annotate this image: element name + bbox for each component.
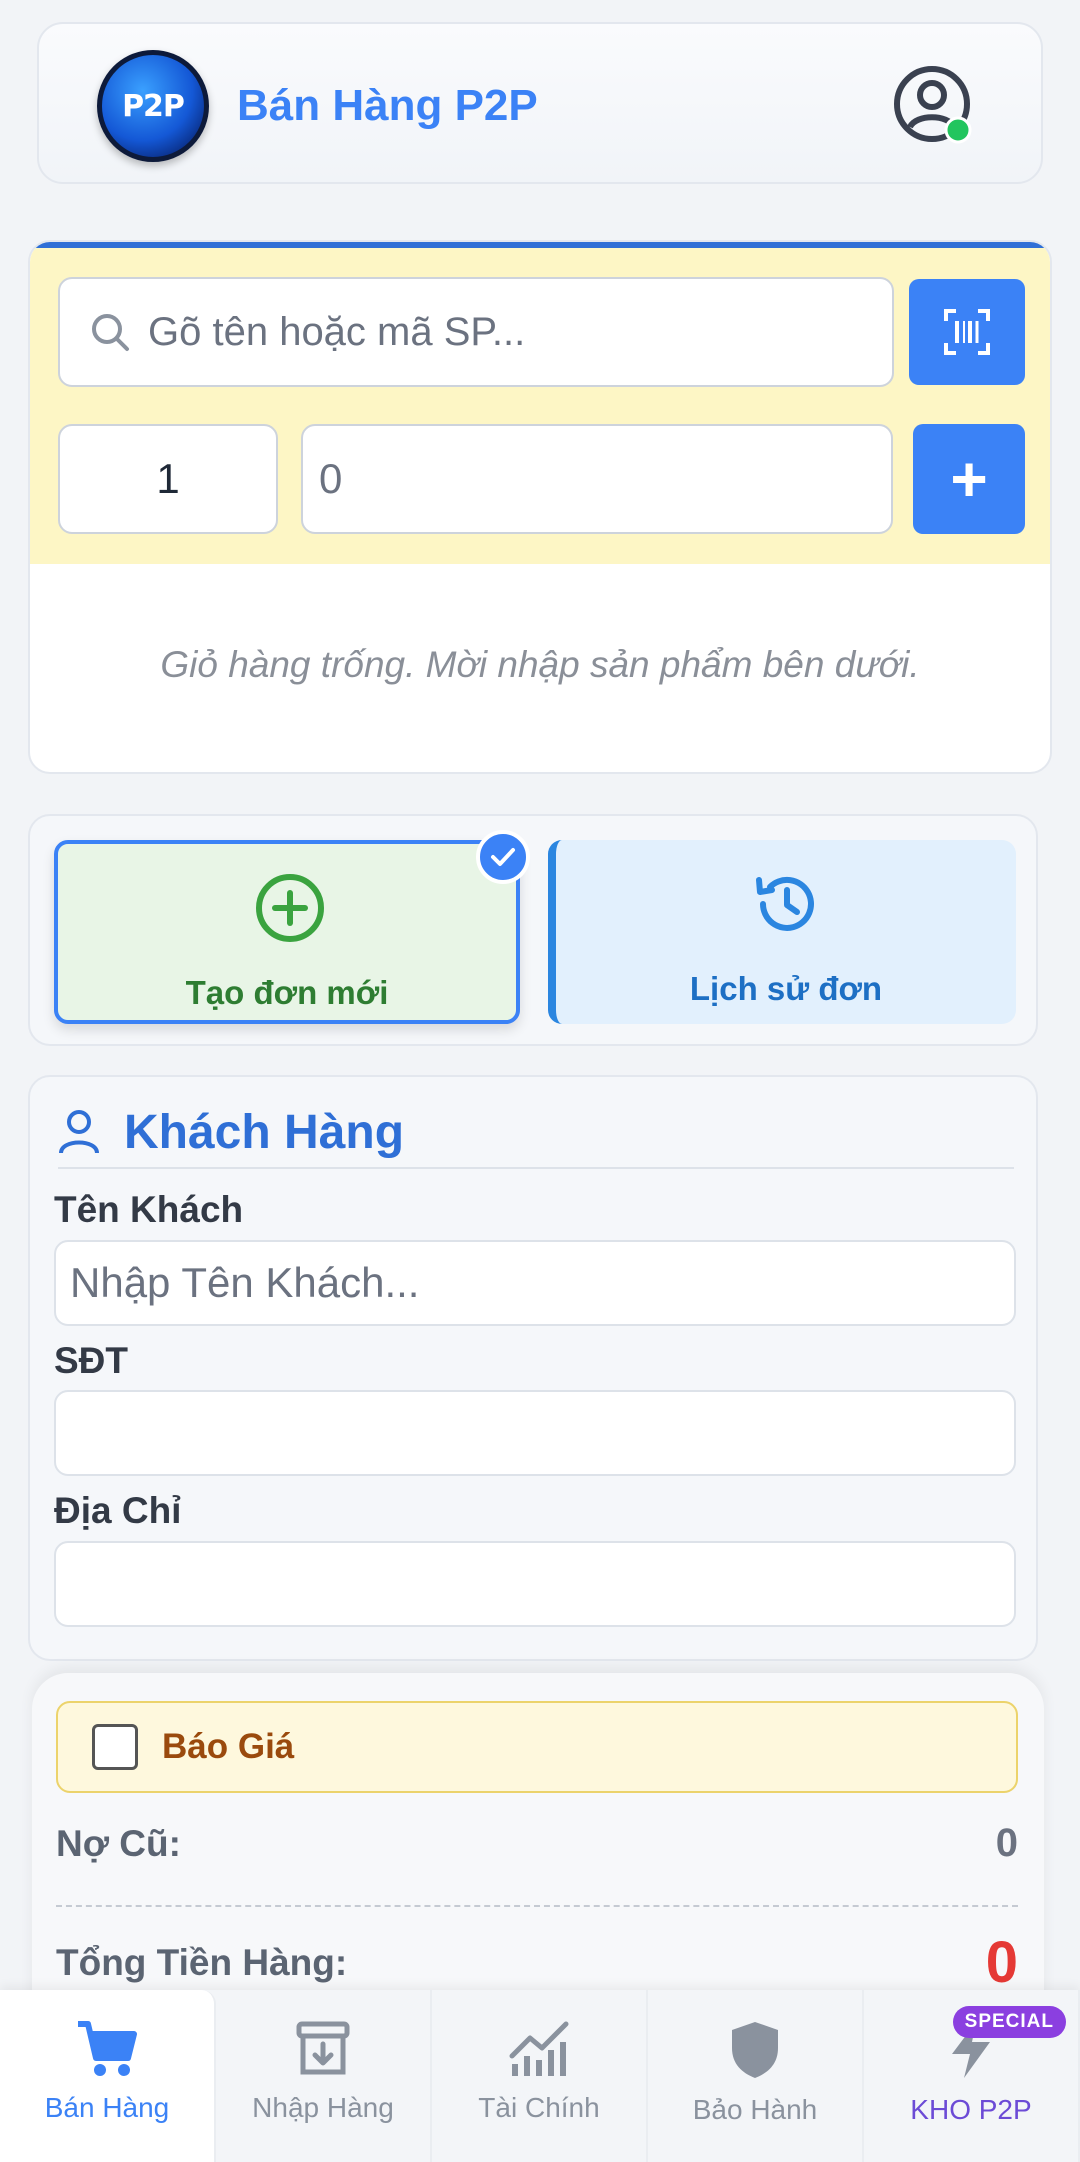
empty-cart-message: Giỏ hàng trống. Mời nhập sản phẩm bên dư… [160, 644, 920, 685]
nav-label: KHO P2P [910, 2094, 1032, 2125]
history-icon [756, 876, 814, 931]
customer-section-title: Khách Hàng [124, 1105, 405, 1159]
nav-item-tai-chinh[interactable]: Tài Chính [432, 1990, 648, 2162]
product-entry-card: Gõ tên hoặc mã SP... 1 0 + Giỏ hàng trốn… [28, 240, 1052, 774]
total-row: Tổng Tiền Hàng: 0 [56, 1929, 1018, 1996]
person-icon [59, 1110, 99, 1154]
app-header: P2P Bán Hàng P2P [37, 22, 1043, 184]
selected-check-icon [476, 830, 530, 884]
barcode-scan-button[interactable] [909, 279, 1025, 385]
nav-item-nhap-hang[interactable]: Nhập Hàng [216, 1990, 432, 2162]
shield-icon [732, 2022, 778, 2078]
bottom-navigation: Bán Hàng Nhập Hàng Tài Chính Bảo Hành SP… [0, 1990, 1080, 2162]
order-history-button[interactable]: Lịch sử đơn [548, 840, 1016, 1024]
add-product-button[interactable]: + [913, 424, 1025, 534]
cart-icon [78, 2021, 137, 2076]
customer-card: Khách Hàng Tên Khách Nhập Tên Khách... S… [28, 1075, 1038, 1661]
old-debt-label: Nợ Cũ: [56, 1822, 181, 1864]
barcode-scan-icon [944, 309, 990, 355]
order-history-label: Lịch sử đơn [689, 970, 883, 1007]
customer-name-input[interactable]: Nhập Tên Khách... [54, 1240, 1016, 1326]
nav-item-ban-hang[interactable]: Bán Hàng [0, 1990, 216, 2162]
quote-label: Báo Giá [162, 1727, 295, 1766]
customer-section-header: Khách Hàng [58, 1097, 1014, 1169]
logo-text: P2P [122, 88, 185, 124]
phone-label: SĐT [54, 1340, 128, 1381]
nav-label: Nhập Hàng [252, 2092, 394, 2123]
chart-icon [509, 2021, 569, 2076]
total-value: 0 [985, 1930, 1018, 1995]
search-placeholder: Gõ tên hoặc mã SP... [148, 309, 526, 354]
address-input[interactable] [54, 1541, 1016, 1627]
new-order-label: Tạo đơn mới [185, 974, 389, 1011]
total-label: Tổng Tiền Hàng: [56, 1941, 348, 1983]
address-label: Địa Chỉ [54, 1490, 182, 1531]
price-input[interactable]: 0 [301, 424, 893, 534]
app-logo: P2P [97, 50, 209, 162]
page-title: Bán Hàng P2P [237, 81, 538, 130]
nav-item-kho-p2p[interactable]: SPECIAL KHO P2P [864, 1990, 1080, 2162]
nav-item-bao-hanh[interactable]: Bảo Hành [648, 1990, 864, 2162]
customer-name-label: Tên Khách [54, 1189, 244, 1230]
quote-checkbox[interactable] [92, 1724, 138, 1770]
product-search-input[interactable]: Gõ tên hoặc mã SP... [58, 277, 894, 387]
nav-label: Tài Chính [478, 2092, 600, 2123]
archive-download-icon [296, 2021, 350, 2075]
search-icon [92, 314, 129, 351]
nav-label: Bán Hàng [44, 2092, 170, 2123]
quote-toggle[interactable]: Báo Giá [56, 1701, 1018, 1793]
old-debt-value: 0 [995, 1821, 1018, 1865]
nav-label: Bảo Hành [692, 2094, 818, 2125]
special-badge: SPECIAL [952, 2006, 1066, 2038]
old-debt-row: Nợ Cũ: 0 [56, 1821, 1018, 1866]
summary-divider [56, 1905, 1018, 1907]
plus-circle-icon [256, 874, 324, 942]
user-account-icon[interactable] [892, 64, 976, 148]
new-order-button[interactable]: Tạo đơn mới [54, 840, 520, 1024]
quantity-input[interactable]: 1 [58, 424, 278, 534]
phone-input[interactable] [54, 1390, 1016, 1476]
order-mode-selector: Tạo đơn mới Lịch sử đơn [28, 814, 1038, 1046]
